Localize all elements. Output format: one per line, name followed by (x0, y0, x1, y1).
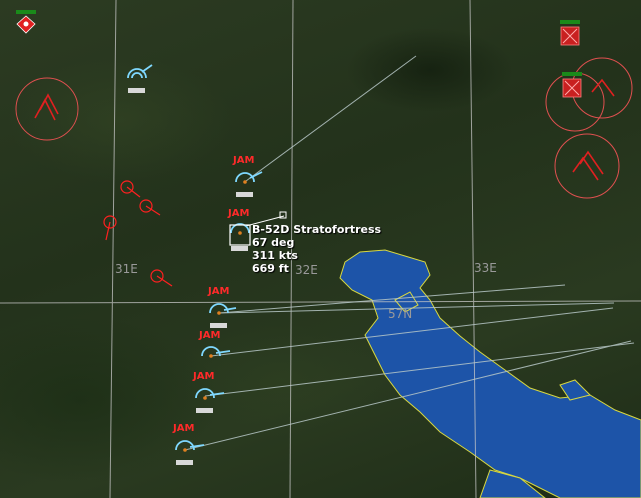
unit-name: B-52D Stratofortress (252, 223, 382, 236)
hostile-sam-site-1 (15, 77, 79, 141)
friendly-aircraft-2 (235, 171, 263, 183)
friendly-aircraft-group (127, 64, 263, 451)
unit-tag (231, 246, 248, 251)
hostile-sam-site-2 (545, 57, 633, 132)
jam-label: JAM (193, 371, 215, 382)
jam-label: JAM (208, 286, 230, 297)
jam-label: JAM (233, 155, 255, 166)
unit-tag (210, 323, 227, 328)
selected-unit-info: B-52D Stratofortress 67 deg 311 kts 669 … (252, 223, 381, 275)
hostile-ground-unit-3 (562, 72, 582, 98)
unit-speed: 311 kts (252, 249, 298, 262)
grid-label-33e: 33E (474, 261, 497, 275)
friendly-aircraft-6 (195, 388, 225, 399)
hostile-sam-site-3 (554, 133, 620, 199)
hostile-ground-unit-1 (16, 10, 36, 34)
jam-label: JAM (199, 330, 221, 341)
unit-altitude: 669 ft (252, 262, 289, 275)
unit-tag (128, 88, 145, 93)
tactical-map[interactable]: JAM JAM JAM JAM JAM JAM 31E 32E 33E 57N … (0, 0, 641, 498)
jam-label: JAM (228, 208, 250, 219)
unit-tag (236, 192, 253, 197)
aircraft-centers (183, 180, 247, 452)
jam-label: JAM (173, 423, 195, 434)
unit-heading: 67 deg (252, 236, 295, 249)
hostile-ground-unit-2 (560, 20, 580, 46)
unit-tag (196, 408, 213, 413)
unit-tag (176, 460, 193, 465)
friendly-aircraft-1 (127, 64, 153, 79)
grid-label-57n: 57N (388, 307, 413, 321)
grid-label-31e: 31E (115, 262, 138, 276)
